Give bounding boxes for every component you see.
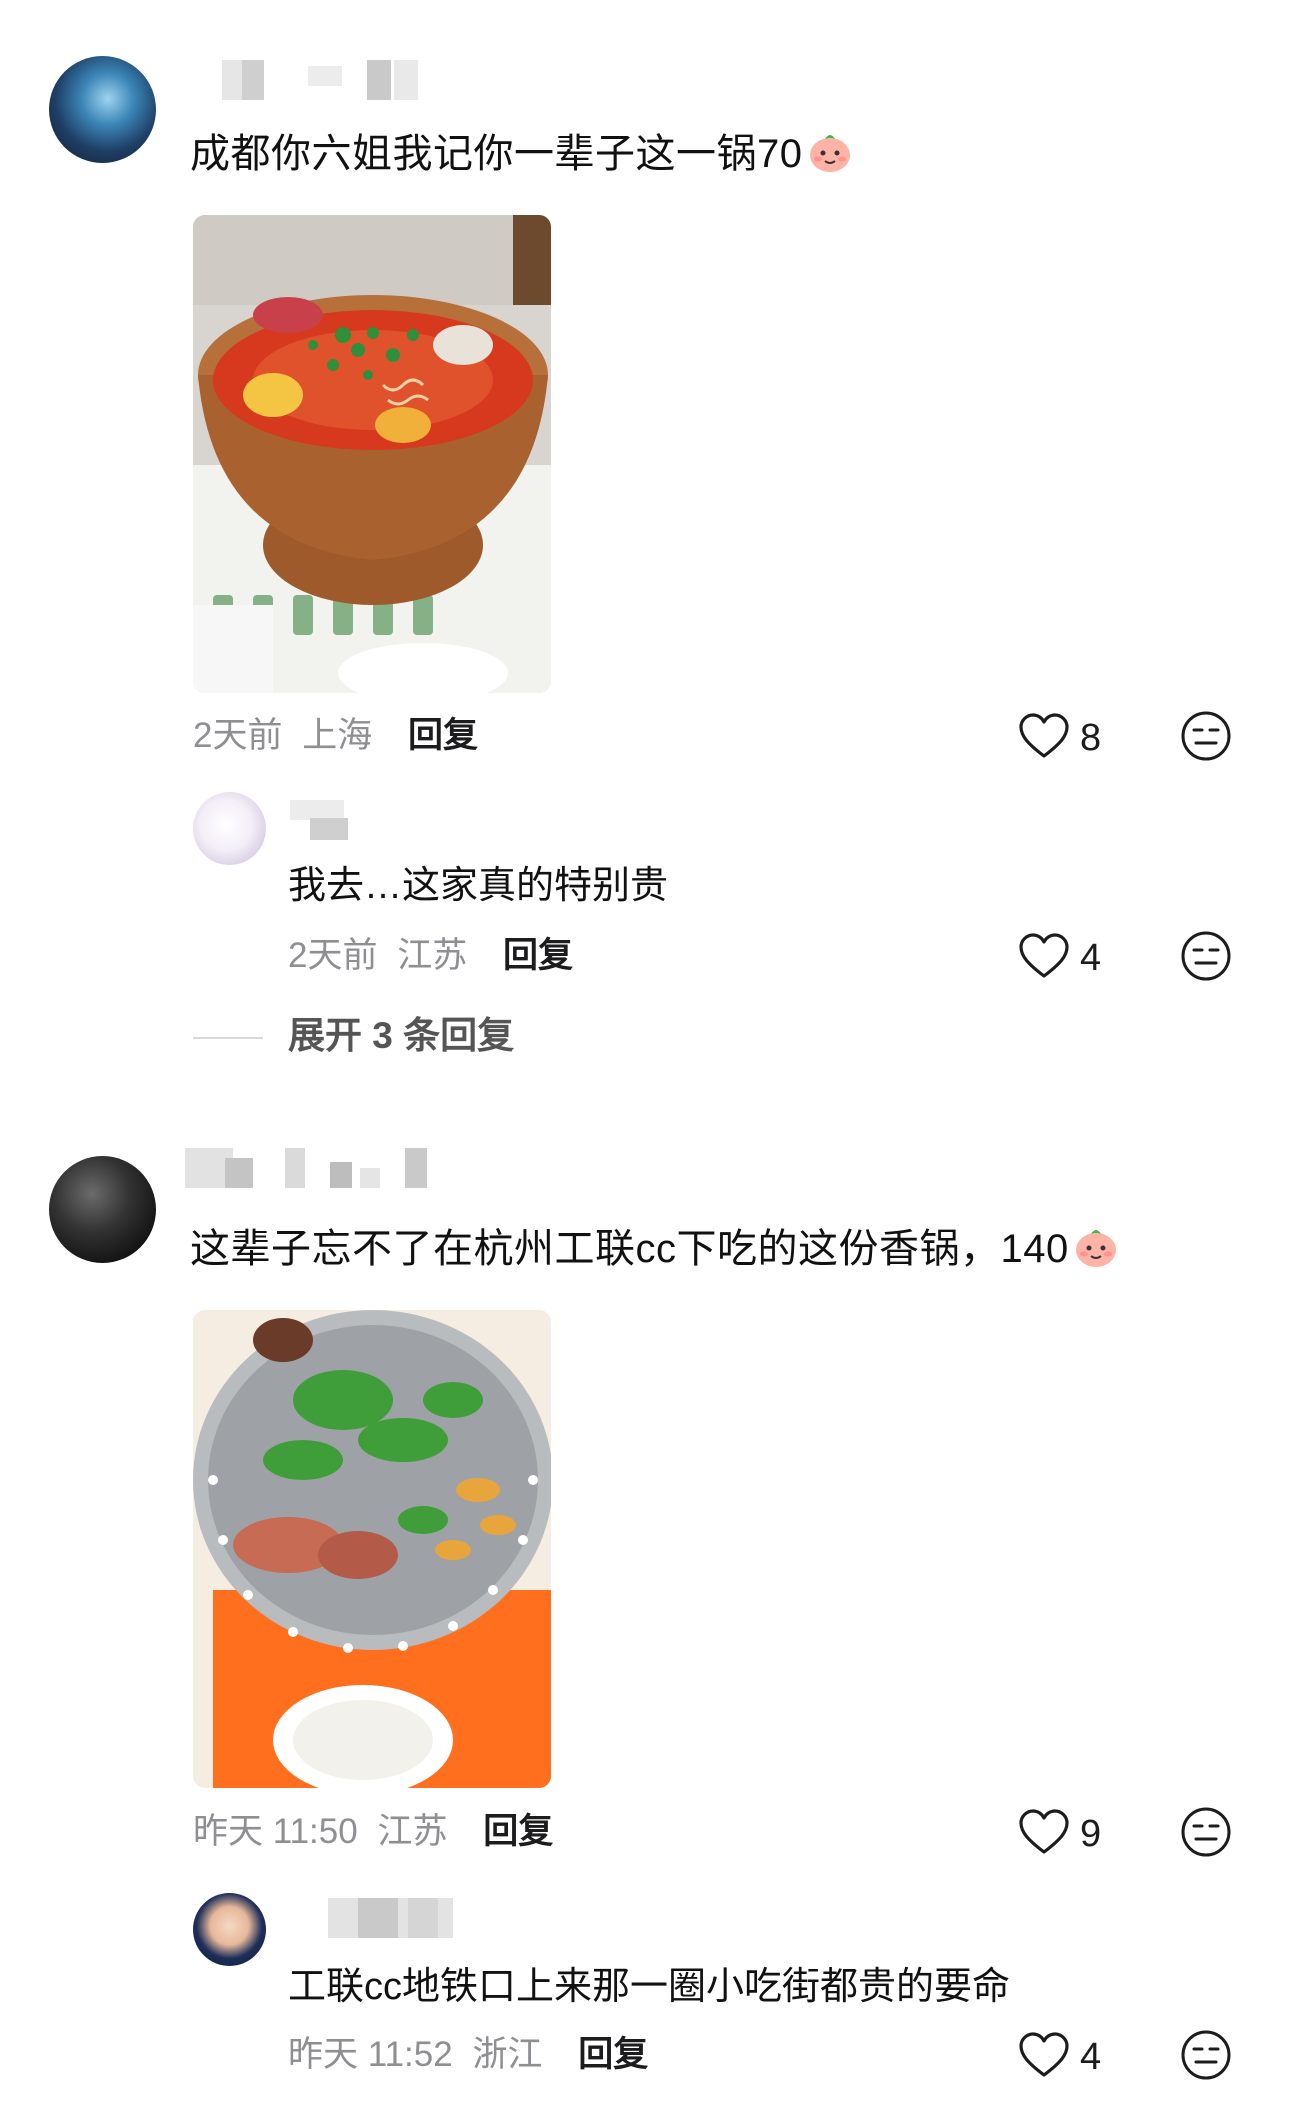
reply-meta: 2天前 江苏 回复 [288, 934, 573, 978]
reply-time: 昨天 11:52 [288, 2035, 453, 2074]
user-avatar[interactable] [49, 56, 156, 163]
reply-text: 工联cc地铁口上来那一圈小吃街都贵的要命 [288, 1966, 1011, 2008]
heart-outline-icon[interactable] [1018, 1808, 1070, 1856]
comment-location: 江苏 [377, 1812, 448, 1851]
comment-time: 昨天 11:50 [193, 1812, 358, 1851]
heart-outline-icon[interactable] [1018, 932, 1070, 980]
expand-divider [193, 1037, 263, 1039]
reply-button[interactable]: 回复 [578, 2035, 648, 2074]
comment-location: 上海 [302, 716, 373, 755]
reply-button[interactable]: 回复 [483, 1812, 553, 1851]
comment-image-xiangguo[interactable] [193, 1310, 551, 1788]
reply-button[interactable]: 回复 [408, 716, 478, 755]
neutral-face-icon[interactable] [1180, 2029, 1232, 2081]
user-avatar[interactable] [49, 1156, 156, 1263]
blurred-username[interactable] [185, 1148, 445, 1188]
reply-button[interactable]: 回复 [503, 936, 573, 975]
reply-meta: 昨天 11:52 浙江 回复 [288, 2033, 648, 2077]
blurred-username[interactable] [328, 1898, 453, 1938]
reply-text: 我去…这家真的特别贵 [288, 865, 669, 907]
comment-time: 2天前 [193, 716, 283, 755]
reply-time: 2天前 [288, 936, 378, 975]
peach-face-emoji [807, 129, 853, 173]
heart-outline-icon[interactable] [1018, 2031, 1070, 2079]
neutral-face-icon[interactable] [1180, 710, 1232, 762]
like-count: 4 [1080, 937, 1102, 979]
comment-meta: 昨天 11:50 江苏 回复 [193, 1810, 553, 1854]
blurred-username[interactable] [290, 800, 350, 840]
comment-image-hotpot[interactable] [193, 215, 551, 693]
expand-replies-button[interactable]: 展开 3 条回复 [288, 1014, 514, 1058]
reply-avatar[interactable] [193, 1893, 266, 1966]
like-count: 4 [1080, 2036, 1102, 2078]
blurred-username[interactable] [222, 60, 432, 100]
reply-avatar[interactable] [193, 792, 266, 865]
peach-face-emoji [1073, 1224, 1119, 1268]
heart-outline-icon[interactable] [1018, 712, 1070, 760]
reply-location: 江苏 [397, 936, 468, 975]
like-count: 8 [1080, 717, 1102, 759]
reply-location: 浙江 [472, 2035, 543, 2074]
comment-text: 成都你六姐我记你一辈子这一锅70 [190, 126, 853, 182]
like-count: 9 [1080, 1813, 1102, 1855]
neutral-face-icon[interactable] [1180, 1806, 1232, 1858]
neutral-face-icon[interactable] [1180, 930, 1232, 982]
comment-meta: 2天前 上海 回复 [193, 714, 478, 758]
comment-text: 这辈子忘不了在杭州工联cc下吃的这份香锅，140 [190, 1221, 1119, 1277]
